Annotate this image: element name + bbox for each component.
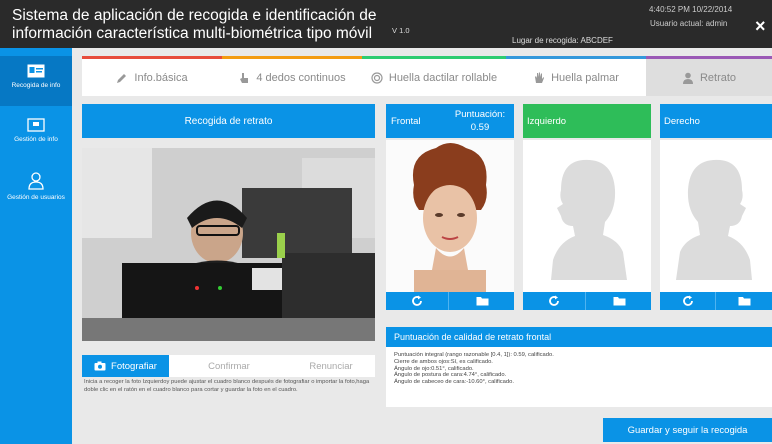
folder-icon[interactable] [717, 292, 772, 310]
refresh-icon[interactable] [386, 292, 449, 310]
document-icon [27, 118, 45, 132]
camera-icon [94, 361, 106, 371]
refresh-icon[interactable] [660, 292, 716, 310]
sidebar-item-label: Recogida de info [11, 82, 61, 89]
frontal-actions [386, 292, 514, 310]
left-profile-placeholder [523, 140, 651, 292]
refresh-icon[interactable] [523, 292, 586, 310]
quality-line: Puntuación integral (rango razonable [0.… [394, 352, 554, 358]
capture-hint: Inicia a recoger la foto Izquierdoy pued… [84, 379, 370, 393]
title-bar: Sistema de aplicación de recogida e iden… [0, 0, 772, 48]
sidebar-item-label: Gestión de info [14, 136, 58, 143]
tab-rolled-fingerprint[interactable]: Huella dactilar rollable [362, 56, 506, 96]
portrait-capture-title: Recogida de retrato [184, 115, 273, 127]
left-silhouette-icon [551, 159, 627, 280]
tab-four-fingers[interactable]: 4 dedos continuos [222, 56, 362, 96]
tab-label: 4 dedos continuos [256, 71, 346, 84]
close-icon[interactable]: × [755, 16, 766, 37]
discard-button[interactable]: Renunciar [287, 355, 375, 377]
sidebar-item-label: Gestión de usuarios [7, 194, 65, 201]
portrait-capture-header: Recogida de retrato [82, 104, 375, 138]
current-user: Usuario actual: admin [650, 19, 728, 28]
capture-actions: Fotografiar Confirmar Renunciar [82, 355, 375, 377]
app-title: Sistema de aplicación de recogida e iden… [12, 7, 377, 42]
card-frontal-title: Frontal [391, 116, 421, 127]
right-profile-placeholder [660, 140, 772, 292]
id-card-icon [27, 64, 45, 78]
quality-line: Cierre de ambos ojos:Sí, es calificado. [394, 358, 493, 365]
quality-title: Puntuación de calidad de retrato frontal [394, 332, 552, 342]
sidebar-item-user-management[interactable]: Gestión de usuarios [0, 164, 72, 214]
tab-label: Huella palmar [551, 71, 619, 84]
sidebar: Recogida de info Gestión de info Gestión… [0, 48, 72, 444]
folder-icon[interactable] [450, 292, 514, 310]
sidebar-item-info-management[interactable]: Gestión de info [0, 110, 72, 160]
score-value: 0.59 [470, 122, 490, 133]
quality-line: Ángulo de cabeceo de cara:-10.60°, calif… [394, 379, 514, 386]
tab-label: Huella dactilar rollable [388, 71, 498, 84]
camera-scene [82, 148, 375, 341]
card-right-title: Derecho [664, 116, 700, 127]
right-actions [660, 292, 772, 310]
tab-label: Info.básica [134, 71, 188, 84]
save-and-continue-button[interactable]: Guardar y seguir la recogida [603, 418, 772, 442]
tab-portrait[interactable]: Retrato [646, 56, 772, 96]
right-silhouette-icon [676, 159, 752, 280]
confirm-button[interactable]: Confirmar [184, 355, 274, 377]
fingerprint-icon [371, 71, 383, 84]
user-icon [28, 172, 44, 190]
card-frontal-header: Frontal Puntuación: 0.59 [386, 104, 514, 138]
hand-pointer-icon [240, 72, 249, 83]
take-photo-label: Fotografiar [111, 360, 157, 372]
frontal-portrait [386, 140, 514, 292]
tab-bar: Info.básica 4 dedos continuos Huella dac… [82, 56, 772, 96]
palm-icon [535, 72, 545, 83]
card-left-header: Izquierdo [523, 104, 651, 138]
left-actions [523, 292, 651, 310]
version-label: V 1.0 [392, 26, 410, 35]
tab-basic-info[interactable]: Info.básica [82, 56, 222, 96]
person-icon [682, 72, 693, 84]
camera-preview[interactable] [82, 148, 375, 341]
card-right-header: Derecho [660, 104, 772, 138]
sidebar-item-collection[interactable]: Recogida de info [0, 56, 72, 106]
datetime-label: 4:40:52 PM 10/22/2014 [649, 5, 733, 14]
card-left-title: Izquierdo [527, 116, 567, 127]
frontal-face-image [386, 140, 514, 292]
take-photo-button[interactable]: Fotografiar [82, 355, 169, 377]
score-label: Puntuación: [454, 109, 506, 120]
folder-icon[interactable] [587, 292, 651, 310]
tab-label: Retrato [699, 71, 737, 84]
tab-palm-print[interactable]: Huella palmar [506, 56, 646, 96]
collection-location: Lugar de recogida: ABCDEF [512, 36, 613, 45]
quality-header: Puntuación de calidad de retrato frontal [386, 327, 772, 347]
pencil-icon [117, 73, 127, 83]
quality-details: Puntuación integral (rango razonable [0.… [386, 347, 772, 407]
